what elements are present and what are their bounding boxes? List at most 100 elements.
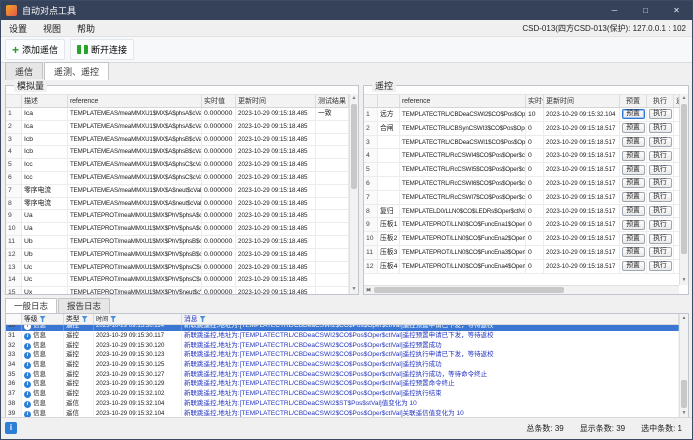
- execute-button[interactable]: 执行: [649, 165, 672, 175]
- analog-row[interactable]: 7零序电流TEMPLATEMEAS/meaMMXU1$MX$A$neut$cVa…: [6, 185, 349, 198]
- execute-button[interactable]: 执行: [649, 192, 672, 202]
- preset-button[interactable]: 预置: [622, 261, 645, 271]
- scrollbar-thumb[interactable]: [681, 380, 687, 408]
- preset-button[interactable]: 预置: [622, 109, 645, 119]
- control-row[interactable]: 1远方TEMPLATECTRL/CBDeaCSWI2$CO$Pos$Oper$c…: [364, 108, 679, 122]
- analog-row[interactable]: 4IcbTEMPLATEMEAS/meaMMXU1$MX$A$phsB$cVal…: [6, 146, 349, 159]
- analog-row[interactable]: 14UcTEMPLATEPROT/meaMMXU1$MX$PhV$phsC$cV…: [6, 274, 349, 287]
- preset-button[interactable]: 预置: [622, 192, 645, 202]
- control-row[interactable]: 6TEMPLATECTRL/RcCSWI6$CO$Pos$Oper$ctlVal…: [364, 177, 679, 191]
- header-time[interactable]: 时间: [94, 314, 182, 324]
- horizontal-scrollbar[interactable]: ◀ ▶: [364, 285, 679, 294]
- execute-button[interactable]: 执行: [649, 206, 672, 216]
- analog-row[interactable]: 6IccTEMPLATEMEAS/meaMMXU1$MX$A$phsC$cVal…: [6, 172, 349, 185]
- scroll-down-icon[interactable]: ▼: [680, 276, 688, 285]
- control-row[interactable]: 5TEMPLATECTRL/RcCSWI5$CO$Pos$Oper$ctlVal…: [364, 163, 679, 177]
- analog-row[interactable]: 11UbTEMPLATEPROT/meaMMXU1$MX$PhV$phsB$cV…: [6, 236, 349, 249]
- header-time[interactable]: 更新时间: [544, 95, 620, 107]
- analog-row[interactable]: 15UxTEMPLATEPROT/meaMMXU1$MX$PhV$neut$cV…: [6, 287, 349, 294]
- scrollbar-thumb[interactable]: [374, 287, 564, 293]
- execute-button[interactable]: 执行: [649, 178, 672, 188]
- log-row[interactable]: 35i信息遥控2023-10-29 09:15:30.127新联跳遥控,地址为:…: [6, 370, 679, 380]
- preset-button[interactable]: 预置: [622, 137, 645, 147]
- header-reference[interactable]: reference: [68, 95, 202, 107]
- execute-button[interactable]: 执行: [649, 123, 672, 133]
- scroll-up-icon[interactable]: ▲: [680, 314, 688, 323]
- analog-row[interactable]: 13UcTEMPLATEPROT/meaMMXU1$MX$PhV$phsC$cV…: [6, 262, 349, 275]
- header-value[interactable]: 实时值: [526, 95, 544, 107]
- analog-row[interactable]: 3IcbTEMPLATEMEAS/meaMMXU1$MX$A$phsB$cVal…: [6, 134, 349, 147]
- menu-view[interactable]: 视图: [35, 20, 69, 36]
- vertical-scrollbar[interactable]: ▲ ▼: [349, 94, 358, 294]
- analog-row[interactable]: 12UbTEMPLATEPROT/meaMMXU1$MX$PhV$phsB$cV…: [6, 249, 349, 262]
- control-row[interactable]: 8复归TEMPLATELD0/LLN0$CO$LEDRs$Oper$ctlVal…: [364, 205, 679, 219]
- header-desc[interactable]: [378, 95, 400, 107]
- analog-row[interactable]: 9UaTEMPLATEPROT/meaMMXU1$MX$PhV$phsA$cVa…: [6, 210, 349, 223]
- filter-icon[interactable]: [82, 316, 88, 322]
- tab-signal[interactable]: 遥信: [5, 62, 43, 80]
- log-row[interactable]: 38i信息遥信2023-10-29 09:15:32.104新联跳遥控,地址为:…: [6, 399, 679, 409]
- control-row[interactable]: 10压板2TEMPLATEPROT/LLN0$CO$FuncEna2$Oper$…: [364, 232, 679, 246]
- header-value[interactable]: 实时值: [202, 95, 236, 107]
- execute-button[interactable]: 执行: [649, 220, 672, 230]
- scroll-up-icon[interactable]: ▲: [680, 94, 688, 103]
- scrollbar-thumb[interactable]: [351, 104, 357, 189]
- scroll-right-icon[interactable]: ▶: [364, 286, 373, 295]
- preset-button[interactable]: 预置: [622, 151, 645, 161]
- header-reference[interactable]: reference: [400, 95, 526, 107]
- log-row[interactable]: 31i信息遥控2023-10-29 09:15:30.117新联跳遥控,地址为:…: [6, 331, 679, 341]
- control-row[interactable]: 4TEMPLATECTRL/RcCSWI4$CO$Pos$Oper$ctlVal…: [364, 149, 679, 163]
- header-result[interactable]: 测试结果: [316, 95, 349, 107]
- filter-icon[interactable]: [40, 316, 46, 322]
- tab-report-log[interactable]: 报告日志: [58, 298, 110, 313]
- tab-measure-control[interactable]: 遥测、遥控: [44, 62, 109, 80]
- filter-icon[interactable]: [110, 316, 116, 322]
- header-type[interactable]: 类型: [64, 314, 94, 324]
- control-row[interactable]: 2合闸TEMPLATECTRL/CBSynCSWI3$CO$Pos$Oper$c…: [364, 122, 679, 136]
- preset-button[interactable]: 预置: [622, 234, 645, 244]
- execute-button[interactable]: 执行: [649, 151, 672, 161]
- control-row[interactable]: 11压板3TEMPLATEPROT/LLN0$CO$FuncEna3$Oper$…: [364, 246, 679, 260]
- preset-button[interactable]: 预置: [622, 220, 645, 230]
- preset-button[interactable]: 预置: [622, 123, 645, 133]
- vertical-scrollbar[interactable]: ▲ ▼: [679, 314, 688, 418]
- log-row[interactable]: 34i信息遥控2023-10-29 09:15:30.125新联跳遥控,地址为:…: [6, 360, 679, 370]
- header-execute[interactable]: 执行: [647, 95, 674, 107]
- preset-button[interactable]: 预置: [622, 206, 645, 216]
- menu-settings[interactable]: 设置: [1, 20, 35, 36]
- execute-button[interactable]: 执行: [649, 247, 672, 257]
- execute-button[interactable]: 执行: [649, 261, 672, 271]
- analog-row[interactable]: 8零序电流TEMPLATEMEAS/meaMMXU1$MX$A$neut$cVa…: [6, 198, 349, 211]
- analog-row[interactable]: 5IccTEMPLATEMEAS/meaMMXU1$MX$A$phsC$cVal…: [6, 159, 349, 172]
- scroll-up-icon[interactable]: ▲: [350, 94, 358, 103]
- log-row[interactable]: 30i信息遥控2023-10-29 09:15:30.114新联跳遥控,地址为:…: [6, 325, 679, 331]
- execute-button[interactable]: 执行: [649, 109, 672, 119]
- tab-general-log[interactable]: 一般日志: [5, 298, 57, 313]
- log-row[interactable]: 32i信息遥控2023-10-29 09:15:30.120新联跳遥控,地址为:…: [6, 341, 679, 351]
- vertical-scrollbar[interactable]: ▲ ▼: [679, 94, 688, 285]
- preset-button[interactable]: 预置: [622, 165, 645, 175]
- header-preset[interactable]: 预置: [620, 95, 647, 107]
- filter-icon[interactable]: [200, 316, 206, 322]
- control-row[interactable]: 12压板4TEMPLATEPROT/LLN0$CO$FuncEna4$Oper$…: [364, 260, 679, 274]
- menu-help[interactable]: 帮助: [69, 20, 103, 36]
- maximize-button[interactable]: □: [630, 1, 661, 20]
- control-row[interactable]: 9压板1TEMPLATEPROT/LLN0$CO$FuncEna1$Oper$c…: [364, 218, 679, 232]
- control-row[interactable]: 3TEMPLATECTRL/CBDeaCSWI1$CO$Pos$Oper$ctl…: [364, 136, 679, 150]
- execute-button[interactable]: 执行: [649, 137, 672, 147]
- header-desc[interactable]: 描述: [22, 95, 68, 107]
- add-signal-button[interactable]: + 添加遥信: [5, 39, 65, 60]
- log-row[interactable]: 37i信息遥控2023-10-29 09:15:32.102新联跳遥控,地址为:…: [6, 389, 679, 399]
- analog-row[interactable]: 2IcaTEMPLATEMEAS/meaMMXU1$MX$A$phsA$cVal…: [6, 121, 349, 134]
- header-time[interactable]: 更新时间: [236, 95, 316, 107]
- analog-row[interactable]: 1IcaTEMPLATEMEAS/meaMMXU1$MX$A$phsA$cVal…: [6, 108, 349, 121]
- header-level[interactable]: 等级: [22, 314, 64, 324]
- disconnect-button[interactable]: 断开连接: [70, 39, 134, 60]
- preset-button[interactable]: 预置: [622, 178, 645, 188]
- preset-button[interactable]: 预置: [622, 247, 645, 257]
- log-row[interactable]: 33i信息遥控2023-10-29 09:15:30.123新联跳遥控,地址为:…: [6, 350, 679, 360]
- control-row[interactable]: 7TEMPLATECTRL/RcCSWI7$CO$Pos$Oper$ctlVal…: [364, 191, 679, 205]
- scrollbar-thumb[interactable]: [681, 104, 687, 254]
- analog-row[interactable]: 10UaTEMPLATEPROT/meaMMXU1$MX$PhV$phsA$cV…: [6, 223, 349, 236]
- close-button[interactable]: ✕: [661, 1, 692, 20]
